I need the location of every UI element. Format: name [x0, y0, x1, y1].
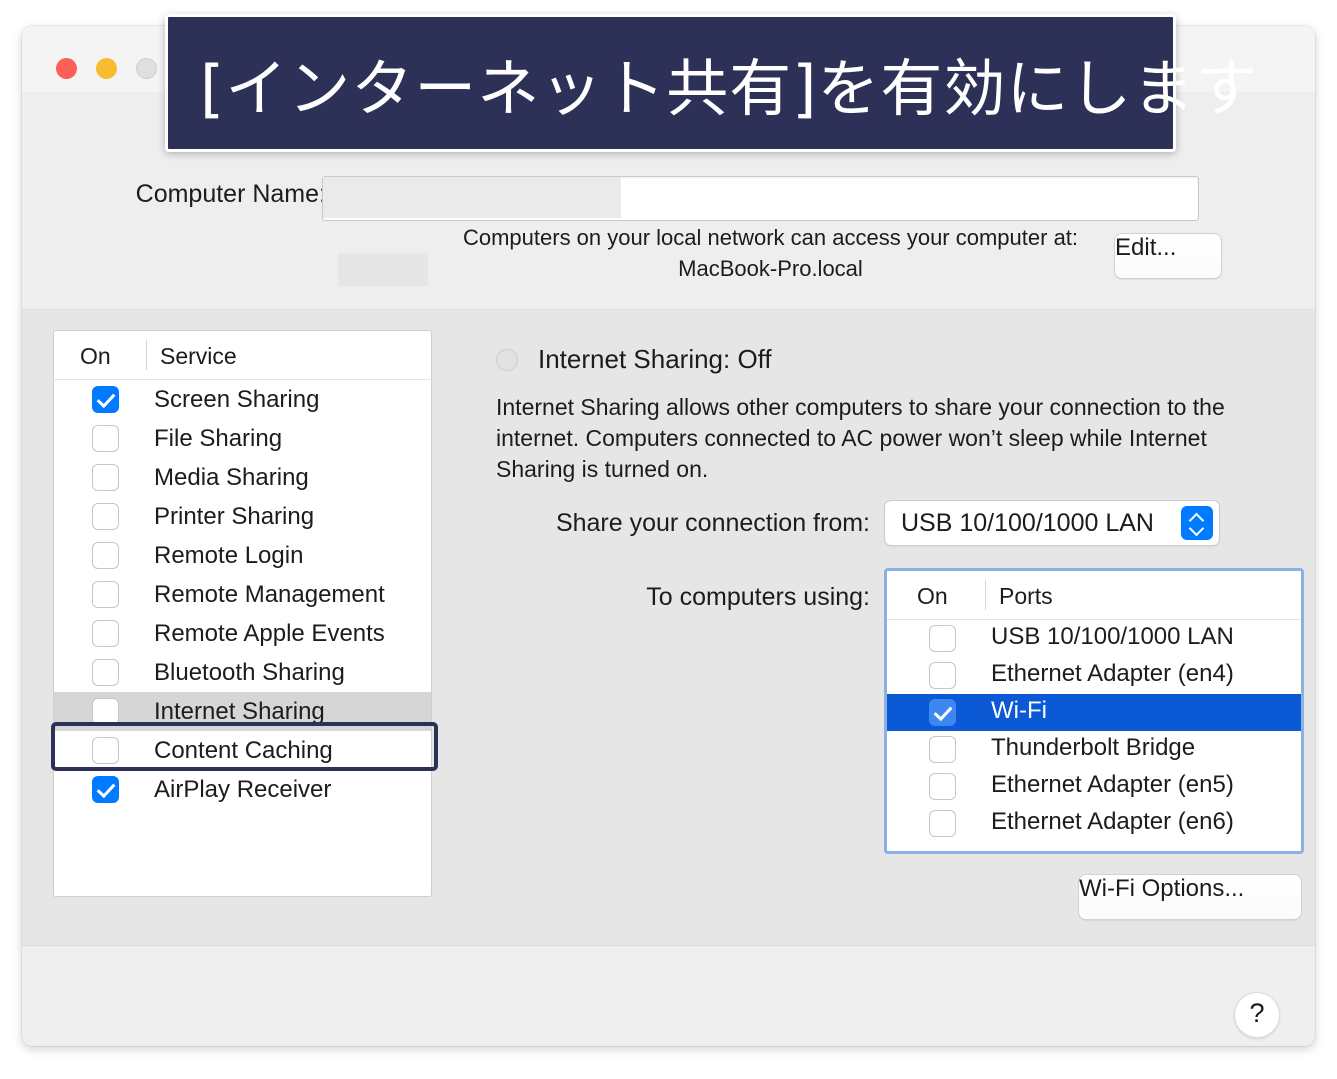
port-label: Wi-Fi: [991, 697, 1047, 724]
port-label: Ethernet Adapter (en5): [991, 771, 1234, 798]
service-label: Content Caching: [154, 736, 333, 764]
ports-table-header: On Ports: [887, 571, 1301, 620]
instruction-overlay-text: [インターネット共有]を有効にします: [200, 52, 1259, 125]
hostname-text: MacBook-Pro.local: [678, 256, 863, 281]
service-checkbox[interactable]: [92, 503, 119, 530]
service-label: Remote Management: [154, 580, 385, 608]
services-col-service-header: Service: [160, 343, 237, 369]
service-row[interactable]: Internet Sharing: [54, 692, 431, 731]
service-checkbox[interactable]: [92, 386, 119, 413]
service-label: Remote Apple Events: [154, 619, 385, 647]
services-header-divider: [146, 340, 147, 370]
to-computers-using-label: To computers using:: [646, 583, 870, 611]
port-checkbox[interactable]: [929, 773, 956, 800]
share-connection-from-label: Share your connection from:: [555, 508, 870, 537]
port-row[interactable]: Wi-Fi: [887, 694, 1301, 731]
service-checkbox[interactable]: [92, 620, 119, 647]
service-label: File Sharing: [154, 424, 283, 452]
port-row[interactable]: Thunderbolt Bridge: [887, 731, 1301, 768]
computer-name-label: Computer Name:: [135, 180, 326, 208]
zoom-window-button: [136, 58, 157, 79]
services-table[interactable]: On Service Screen Sharing File Sharing Med…: [53, 330, 432, 897]
service-row[interactable]: AirPlay Receiver: [54, 770, 431, 809]
to-computers-using-row: To computers using: On Ports USB 10/100/…: [462, 568, 1304, 854]
port-checkbox[interactable]: [929, 662, 956, 689]
internet-sharing-description: Internet Sharing allows other computers …: [496, 394, 1225, 482]
service-label: Screen Sharing: [154, 385, 320, 413]
instruction-overlay-banner: [インターネット共有]を有効にします: [165, 14, 1257, 152]
service-label: AirPlay Receiver: [154, 775, 332, 803]
service-row[interactable]: Remote Management: [54, 575, 431, 614]
service-label: Remote Login: [154, 541, 304, 569]
ports-header-divider: [985, 580, 986, 610]
service-row[interactable]: Screen Sharing: [54, 380, 431, 419]
wifi-options-button[interactable]: Wi-Fi Options...: [1078, 874, 1302, 920]
chevron-up-down-icon[interactable]: [1181, 506, 1213, 540]
port-checkbox[interactable]: [929, 736, 956, 763]
service-checkbox[interactable]: [92, 425, 119, 452]
help-button[interactable]: ?: [1234, 992, 1280, 1038]
service-checkbox[interactable]: [92, 542, 119, 569]
service-checkbox[interactable]: [92, 698, 119, 725]
service-checkbox[interactable]: [92, 737, 119, 764]
internet-sharing-detail-pane: Internet Sharing: Off Internet Sharing a…: [462, 310, 1304, 945]
service-label: Internet Sharing: [154, 697, 325, 725]
service-label: Bluetooth Sharing: [154, 658, 345, 686]
internet-sharing-status-row: Internet Sharing: Off: [496, 344, 772, 375]
share-connection-from-value: USB 10/100/1000 LAN: [901, 508, 1154, 537]
service-row[interactable]: Content Caching: [54, 731, 431, 770]
service-row[interactable]: Bluetooth Sharing: [54, 653, 431, 692]
port-row[interactable]: Ethernet Adapter (en6): [887, 805, 1301, 842]
service-row[interactable]: File Sharing: [54, 419, 431, 458]
port-checkbox[interactable]: [929, 699, 956, 726]
service-checkbox[interactable]: [92, 659, 119, 686]
services-row-list: Screen Sharing File Sharing Media Sharing P…: [54, 380, 431, 809]
service-checkbox[interactable]: [92, 581, 119, 608]
local-network-access-text: Computers on your local network can acce…: [462, 225, 1079, 250]
port-checkbox[interactable]: [929, 625, 956, 652]
port-label: Ethernet Adapter (en6): [991, 808, 1234, 835]
share-connection-from-row: Share your connection from: USB 10/100/1…: [462, 500, 1222, 546]
service-checkbox[interactable]: [92, 464, 119, 491]
service-row[interactable]: Media Sharing: [54, 458, 431, 497]
ports-col-ports-header: Ports: [999, 583, 1053, 609]
port-label: Ethernet Adapter (en4): [991, 660, 1234, 687]
redaction-block-computer-name: [323, 177, 621, 218]
internet-sharing-status-label: Internet Sharing: Off: [538, 344, 772, 374]
services-col-on-header: On: [80, 343, 111, 369]
ports-table[interactable]: On Ports USB 10/100/1000 LAN Ethernet Ada…: [884, 568, 1304, 854]
minimize-window-button[interactable]: [96, 58, 117, 79]
traffic-light-group: [56, 58, 157, 79]
share-connection-from-dropdown[interactable]: USB 10/100/1000 LAN: [884, 500, 1220, 546]
service-row[interactable]: Printer Sharing: [54, 497, 431, 536]
screenshot-root: Computer Name: Computers on your local n…: [0, 0, 1337, 1079]
sharing-content-pane: On Service Screen Sharing File Sharing Med…: [22, 310, 1315, 945]
redaction-block-hostname: [338, 253, 428, 286]
service-row[interactable]: Remote Login: [54, 536, 431, 575]
system-preferences-sharing-window: Computer Name: Computers on your local n…: [22, 26, 1315, 1046]
port-row[interactable]: Ethernet Adapter (en4): [887, 657, 1301, 694]
service-label: Media Sharing: [154, 463, 309, 491]
ports-row-list: USB 10/100/1000 LAN Ethernet Adapter (en4…: [887, 620, 1301, 842]
service-checkbox[interactable]: [92, 776, 119, 803]
edit-button[interactable]: Edit...: [1114, 233, 1222, 279]
window-footer: ?: [22, 945, 1315, 1046]
ports-col-on-header: On: [917, 583, 948, 609]
service-label: Printer Sharing: [154, 502, 315, 530]
service-row[interactable]: Remote Apple Events: [54, 614, 431, 653]
services-table-header: On Service: [54, 331, 431, 380]
close-window-button[interactable]: [56, 58, 77, 79]
port-label: Thunderbolt Bridge: [991, 734, 1196, 761]
computer-name-input[interactable]: [322, 176, 1199, 221]
port-label: USB 10/100/1000 LAN: [991, 623, 1234, 650]
status-indicator-icon: [496, 348, 518, 371]
port-row[interactable]: USB 10/100/1000 LAN: [887, 620, 1301, 657]
port-checkbox[interactable]: [929, 810, 956, 837]
port-row[interactable]: Ethernet Adapter (en5): [887, 768, 1301, 805]
